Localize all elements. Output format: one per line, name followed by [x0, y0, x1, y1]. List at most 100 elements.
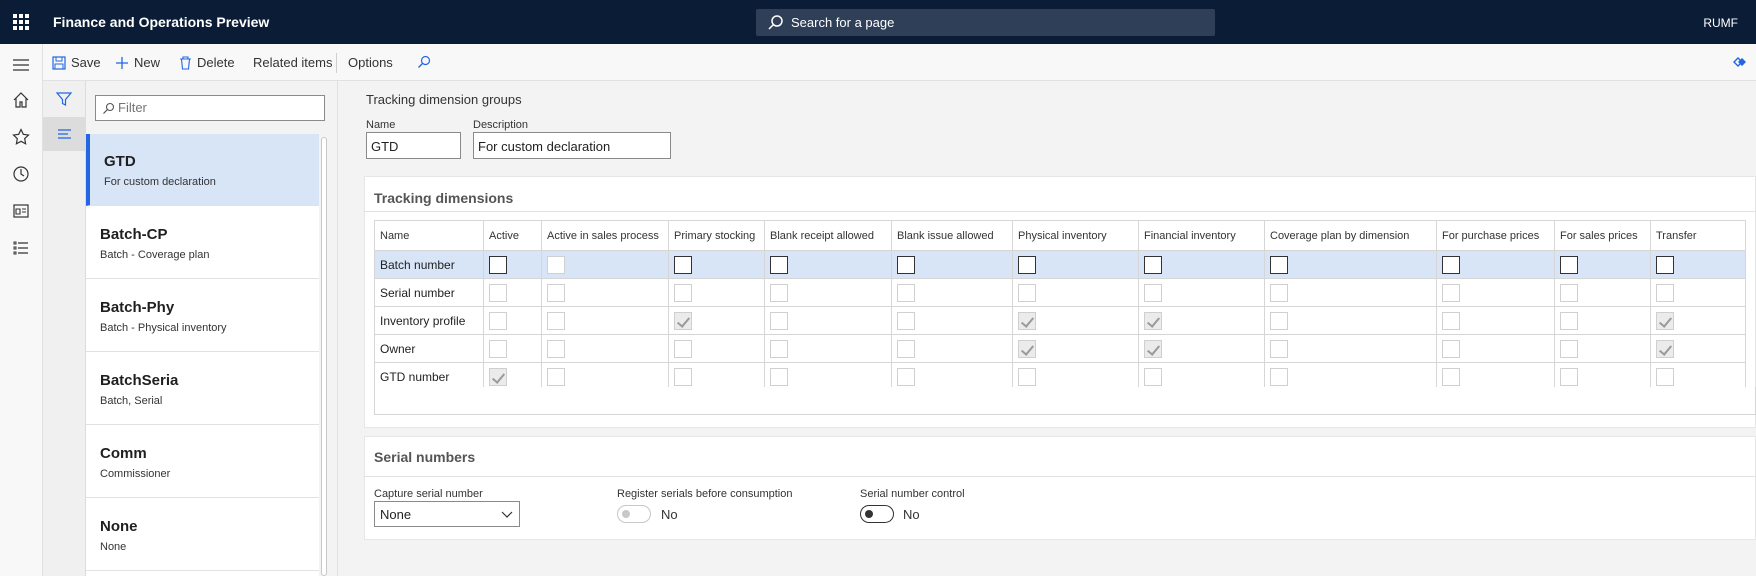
dimension-checkbox: [1442, 367, 1460, 386]
column-header[interactable]: Primary stocking: [668, 220, 765, 251]
dimension-checkbox: [1018, 311, 1036, 330]
register-serials-toggle[interactable]: [617, 505, 651, 523]
dimension-name-cell[interactable]: Inventory profile: [374, 306, 484, 335]
dimension-checkbox: [1018, 367, 1036, 386]
serial-control-toggle[interactable]: [860, 505, 894, 523]
column-header[interactable]: Transfer: [1650, 220, 1746, 251]
list-lines-icon: [58, 129, 71, 139]
list-item[interactable]: None None: [86, 499, 319, 571]
column-header[interactable]: Physical inventory: [1012, 220, 1139, 251]
serial-numbers-title[interactable]: Serial numbers: [374, 449, 475, 465]
dimension-checkbox[interactable]: [1270, 255, 1288, 274]
table-row[interactable]: Owner: [374, 334, 1746, 363]
modules-list-icon[interactable]: [12, 239, 30, 257]
page-search-box[interactable]: Search for a page: [756, 9, 1215, 36]
serial-numbers-card: [364, 436, 1756, 540]
list-item-subtitle: Batch - Physical inventory: [100, 322, 227, 334]
dimension-checkbox: [489, 283, 507, 302]
dimension-checkbox[interactable]: [489, 255, 507, 274]
name-field[interactable]: GTD: [366, 132, 461, 159]
list-filter-field[interactable]: [95, 95, 325, 121]
list-item-subtitle: Batch, Serial: [100, 395, 163, 407]
capture-serial-select[interactable]: None: [374, 501, 520, 527]
app-launcher-icon[interactable]: [13, 14, 29, 30]
dimension-checkbox[interactable]: [1018, 255, 1036, 274]
table-row[interactable]: Serial number: [374, 278, 1746, 307]
column-header[interactable]: Active: [483, 220, 542, 251]
page-caption: Tracking dimension groups: [366, 92, 522, 107]
checkbox-cell: [1264, 278, 1437, 307]
checkbox-cell: [541, 250, 669, 279]
list-item[interactable]: BatchSeria Batch, Serial: [86, 353, 319, 425]
dimension-checkbox: [1270, 339, 1288, 358]
column-header[interactable]: Active in sales process: [541, 220, 669, 251]
search-placeholder: Search for a page: [791, 15, 895, 30]
dimension-checkbox[interactable]: [674, 255, 692, 274]
register-serials-value: No: [661, 507, 678, 522]
new-label: New: [134, 55, 161, 70]
delete-button[interactable]: Delete: [179, 55, 235, 70]
list-item[interactable]: GTD For custom declaration: [86, 134, 319, 206]
column-header[interactable]: Blank issue allowed: [891, 220, 1013, 251]
dimension-checkbox: [489, 367, 507, 386]
checkbox-cell: [483, 250, 542, 279]
column-header[interactable]: Blank receipt allowed: [764, 220, 892, 251]
plus-icon: [116, 56, 128, 69]
list-view-toggle[interactable]: [43, 117, 86, 151]
checkbox-cell: [1436, 278, 1555, 307]
new-button[interactable]: New: [115, 55, 160, 70]
table-row[interactable]: Inventory profile: [374, 306, 1746, 335]
dimension-checkbox: [1442, 311, 1460, 330]
dimension-checkbox: [1560, 311, 1578, 330]
column-header[interactable]: Coverage plan by dimension: [1264, 220, 1437, 251]
column-header[interactable]: Financial inventory: [1138, 220, 1265, 251]
checkbox-cell: [1554, 278, 1651, 307]
action-search-button[interactable]: [417, 55, 431, 69]
search-icon: [418, 55, 431, 68]
filter-funnel-icon[interactable]: [56, 91, 72, 107]
list-scrollbar[interactable]: [321, 137, 327, 576]
description-field[interactable]: For custom declaration: [473, 132, 671, 159]
column-header[interactable]: For sales prices: [1554, 220, 1651, 251]
list-tools: [43, 81, 86, 576]
list-item[interactable]: Comm Commissioner: [86, 426, 319, 498]
dimension-checkbox: [1270, 311, 1288, 330]
checkbox-cell: [668, 334, 765, 363]
collapse-ribbon-icon[interactable]: [1733, 56, 1747, 68]
related-items-button[interactable]: Related items: [253, 55, 332, 70]
hamburger-menu-icon[interactable]: [12, 56, 30, 74]
home-icon[interactable]: [12, 91, 30, 109]
column-header[interactable]: For purchase prices: [1436, 220, 1555, 251]
dimension-checkbox: [1144, 367, 1162, 386]
save-button[interactable]: Save: [52, 55, 101, 70]
save-icon: [52, 55, 66, 70]
dimension-name-cell[interactable]: Batch number: [374, 250, 484, 279]
tracking-dimensions-title[interactable]: Tracking dimensions: [374, 190, 513, 206]
favorites-star-icon[interactable]: [12, 128, 30, 146]
options-tab[interactable]: Options: [348, 55, 393, 70]
dimension-checkbox: [1560, 339, 1578, 358]
dimension-name-cell[interactable]: Serial number: [374, 278, 484, 307]
checkbox-cell: [1554, 306, 1651, 335]
dimension-checkbox[interactable]: [1656, 255, 1674, 274]
dimension-checkbox[interactable]: [770, 255, 788, 274]
dimension-checkbox[interactable]: [1442, 255, 1460, 274]
dimension-checkbox[interactable]: [897, 255, 915, 274]
checkbox-cell: [891, 334, 1013, 363]
serial-control-label: Serial number control: [860, 488, 965, 500]
list-item[interactable]: Batch-CP Batch - Coverage plan: [86, 207, 319, 279]
checkbox-cell: [1650, 334, 1746, 363]
filter-input[interactable]: [118, 100, 318, 115]
workspaces-icon[interactable]: [12, 202, 30, 220]
dimension-checkbox: [770, 367, 788, 386]
recent-clock-icon[interactable]: [12, 165, 30, 183]
table-row[interactable]: Batch number: [374, 250, 1746, 279]
list-item[interactable]: Batch-Phy Batch - Physical inventory: [86, 280, 319, 352]
dimension-name-cell[interactable]: Owner: [374, 334, 484, 363]
checkbox-cell: [1012, 250, 1139, 279]
dimension-checkbox: [674, 311, 692, 330]
user-company[interactable]: RUMF: [1703, 16, 1738, 30]
dimension-checkbox[interactable]: [1560, 255, 1578, 274]
dimension-checkbox[interactable]: [1144, 255, 1162, 274]
column-header[interactable]: Name: [374, 220, 484, 251]
